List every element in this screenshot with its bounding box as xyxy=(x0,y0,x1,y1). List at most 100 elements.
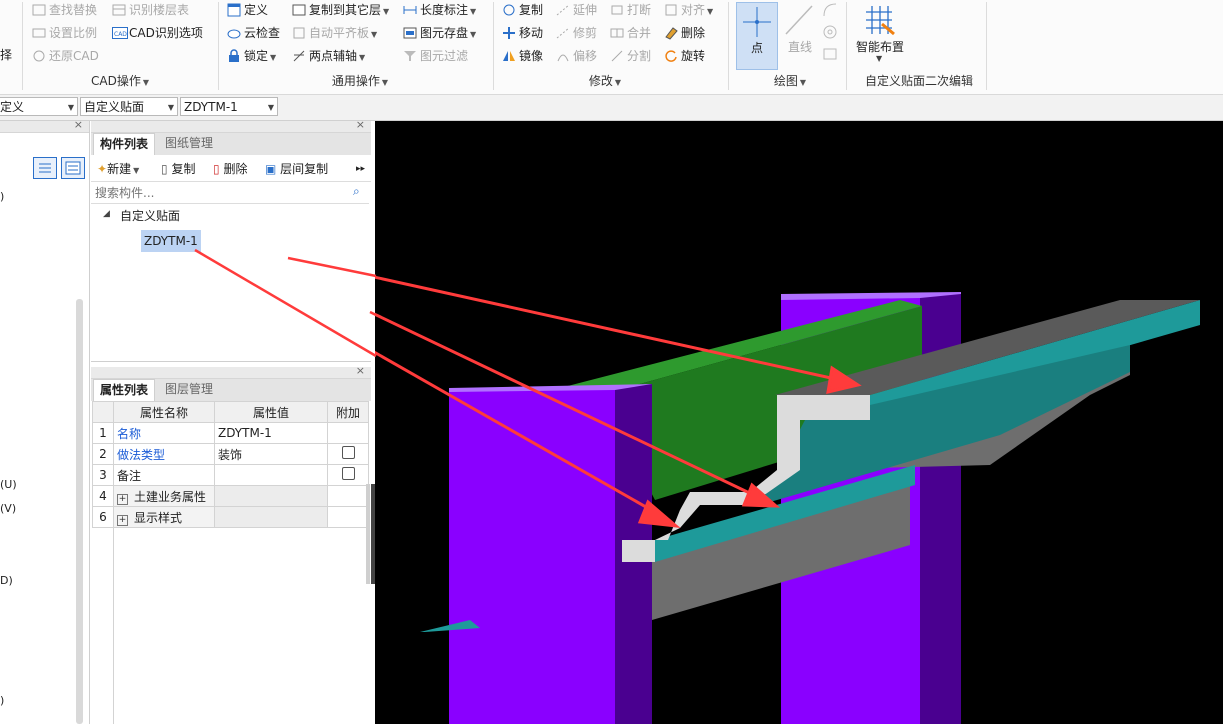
3d-viewport[interactable] xyxy=(375,121,1223,724)
component-type-combo[interactable]: 自定义贴面 ▼ xyxy=(80,97,178,116)
offset-icon xyxy=(556,49,570,63)
chevron-down-icon: ▼ xyxy=(67,103,74,112)
define-button[interactable]: 定义 xyxy=(227,0,268,20)
two-point-axis-button[interactable]: 两点辅轴 ▼ xyxy=(292,46,365,66)
close-icon[interactable]: × xyxy=(74,118,83,131)
copy-component-button[interactable]: ▯ 复制 xyxy=(161,159,195,179)
property-value[interactable] xyxy=(214,506,328,528)
tab-component-list[interactable]: 构件列表 xyxy=(93,133,156,155)
trim-button[interactable]: 修剪 xyxy=(556,23,597,43)
expand-icon[interactable]: + xyxy=(117,514,128,526)
length-dimension-button[interactable]: 长度标注 ▼ xyxy=(403,0,476,20)
filter-icon xyxy=(403,49,417,63)
cad-recognize-options-button[interactable]: CAD CAD识别选项 xyxy=(112,23,203,43)
point-tool-button[interactable]: 点 xyxy=(736,2,778,70)
mirror-button[interactable]: 镜像 xyxy=(502,46,543,66)
tree-fragment: (V) xyxy=(0,502,17,515)
search-icon[interactable]: ⌕ xyxy=(353,184,360,199)
auto-align-slab-button[interactable]: 自动平齐板 ▼ xyxy=(292,23,377,43)
close-icon[interactable]: × xyxy=(356,364,365,377)
break-icon xyxy=(610,3,624,17)
merge-icon xyxy=(610,26,624,40)
property-row[interactable]: 1 名称 ZDYTM-1 xyxy=(92,422,369,444)
property-value[interactable] xyxy=(214,485,328,507)
component-toolbar: ✦新建 ▼ ▯ 复制 ▯ 删除 ▣ 层间复制 ▸▸ xyxy=(91,157,371,182)
property-extra xyxy=(327,443,369,465)
align-button[interactable]: 对齐 ▼ xyxy=(664,0,713,20)
more-icon[interactable]: ▸▸ xyxy=(356,159,365,179)
cad-ops-group-label[interactable]: CAD操作 ▼ xyxy=(60,72,180,90)
property-value[interactable] xyxy=(214,464,328,486)
new-button[interactable]: ✦新建 ▼ xyxy=(97,159,139,179)
new-icon: ✦ xyxy=(97,162,108,176)
vertical-scrollbar[interactable] xyxy=(76,299,83,724)
property-value[interactable]: ZDYTM-1 xyxy=(214,422,328,444)
align-slab-icon xyxy=(292,26,306,40)
element-save-button[interactable]: 图元存盘 ▼ xyxy=(403,23,476,43)
column-header: 附加 xyxy=(327,401,369,423)
search-input[interactable] xyxy=(93,184,347,202)
detail-view-button[interactable] xyxy=(61,157,85,179)
lock-button[interactable]: 锁定 ▼ xyxy=(227,46,276,66)
tab-property-list[interactable]: 属性列表 xyxy=(93,379,156,401)
copy-to-other-layer-button[interactable]: 复制到其它层 ▼ xyxy=(292,0,389,20)
close-icon[interactable]: × xyxy=(356,118,365,131)
property-row[interactable]: 6 + 显示样式 xyxy=(92,506,369,528)
arc-icon[interactable] xyxy=(822,2,838,18)
split-button[interactable]: 分割 xyxy=(610,46,651,66)
expand-icon[interactable]: + xyxy=(117,493,128,505)
tree-fragment: D) xyxy=(0,574,13,587)
set-scale-button[interactable]: 设置比例 xyxy=(32,23,97,43)
search-box: ⌕ xyxy=(91,183,369,204)
property-name: 做法类型 xyxy=(113,443,215,465)
property-row[interactable]: 3 备注 xyxy=(92,464,369,486)
panel-divider xyxy=(91,361,371,362)
tree-node-zdytm-1[interactable]: ZDYTM-1 xyxy=(141,230,201,252)
attach-checkbox[interactable] xyxy=(341,446,355,459)
rectangle-icon[interactable] xyxy=(822,46,838,62)
lock-icon xyxy=(227,49,241,63)
smart-layout-button[interactable]: 智能布置 ▼ xyxy=(852,2,908,68)
collapse-arrow-icon[interactable]: ◢ xyxy=(103,209,110,219)
tree-node-custom-facing[interactable]: 自定义贴面 xyxy=(120,207,180,224)
copy-button[interactable]: 复制 xyxy=(502,0,543,20)
component-name-combo[interactable]: ZDYTM-1 ▼ xyxy=(180,97,278,116)
list-view-button[interactable] xyxy=(33,157,57,179)
find-replace-button[interactable]: 查找替换 xyxy=(32,0,97,20)
trim-icon xyxy=(556,26,570,40)
delete-component-button[interactable]: ▯ 删除 xyxy=(213,159,247,179)
property-extra xyxy=(327,464,369,486)
property-row[interactable]: 4 + 土建业务属性 xyxy=(92,485,369,507)
move-button[interactable]: 移动 xyxy=(502,23,543,43)
cloud-icon xyxy=(227,26,241,40)
extend-button[interactable]: 延伸 xyxy=(556,0,597,20)
chevron-down-icon: ▼ xyxy=(167,103,174,112)
tab-drawing-management[interactable]: 图纸管理 xyxy=(159,133,220,154)
general-ops-group-label[interactable]: 通用操作 ▼ xyxy=(300,72,420,90)
copy-between-floors-button[interactable]: ▣ 层间复制 xyxy=(265,159,328,179)
copy-layer-icon xyxy=(292,3,306,17)
recognize-floor-table-button[interactable]: 识别楼层表 xyxy=(112,0,189,20)
element-filter-button[interactable]: 图元过滤 xyxy=(403,46,468,66)
modify-group-label[interactable]: 修改 ▼ xyxy=(560,72,650,90)
draw-group-label[interactable]: 绘图 ▼ xyxy=(750,72,830,90)
property-name: + 土建业务属性 xyxy=(113,485,215,507)
property-header-row: 属性名称 属性值 附加 xyxy=(92,401,369,423)
merge-button[interactable]: 合并 xyxy=(610,23,651,43)
floor-type-combo[interactable]: 定义 ▼ xyxy=(0,97,78,116)
component-panel: × 构件列表 图纸管理 ✦新建▼ ▯ 复制 ▯ 删除 ▣ 层间复制 ▸▸ ⌕ ◢… xyxy=(91,118,371,724)
attach-checkbox[interactable] xyxy=(341,467,355,480)
property-value[interactable]: 装饰 xyxy=(214,443,328,465)
property-row[interactable]: 2 做法类型 装饰 xyxy=(92,443,369,465)
property-scrollbar[interactable] xyxy=(366,484,370,584)
line-tool-button[interactable]: 直线 xyxy=(780,2,820,68)
restore-cad-button[interactable]: 还原CAD xyxy=(32,46,99,66)
break-button[interactable]: 打断 xyxy=(610,0,651,20)
list-view-icon xyxy=(39,163,51,173)
rotate-button[interactable]: 旋转 xyxy=(664,46,705,66)
cloud-check-button[interactable]: 云检查 xyxy=(227,23,280,43)
delete-button[interactable]: 删除 xyxy=(664,23,705,43)
offset-button[interactable]: 偏移 xyxy=(556,46,597,66)
circle-icon[interactable] xyxy=(822,24,838,40)
tab-layer-management[interactable]: 图层管理 xyxy=(159,379,220,400)
